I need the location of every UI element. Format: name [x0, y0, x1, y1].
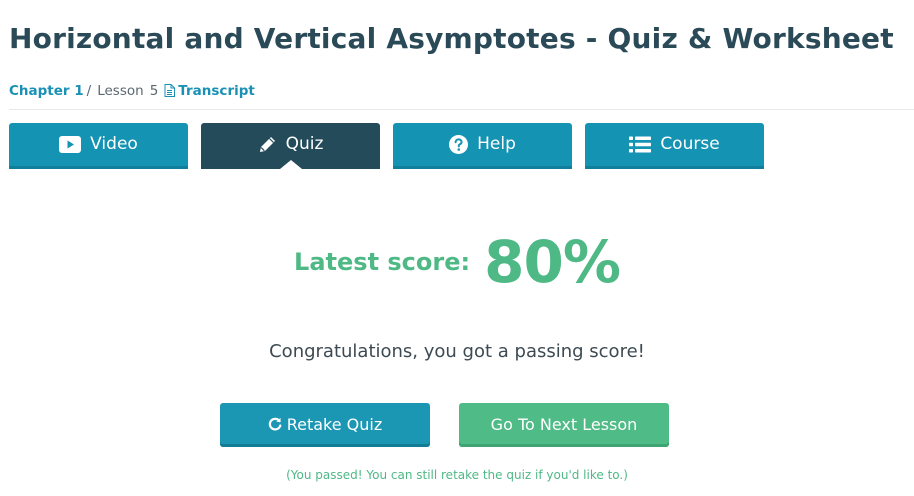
tab-video-label: Video [90, 134, 138, 154]
retake-quiz-button[interactable]: Retake Quiz [220, 403, 430, 447]
breadcrumb-lesson-label: Lesson [97, 83, 144, 99]
tab-help-label: Help [477, 134, 516, 154]
page-title: Horizontal and Vertical Asymptotes - Qui… [9, 22, 894, 55]
tab-course-label: Course [660, 134, 720, 154]
retake-note: (You passed! You can still retake the qu… [286, 468, 628, 482]
header-divider [9, 109, 914, 110]
next-lesson-label: Go To Next Lesson [490, 414, 638, 434]
breadcrumb-lesson-number: 5 [149, 83, 159, 99]
breadcrumb-chapter-link[interactable]: Chapter 1 [9, 83, 84, 99]
transcript-link[interactable]: Transcript [164, 83, 255, 99]
score-label: Latest score: [294, 248, 471, 276]
tab-quiz-label: Quiz [285, 134, 324, 154]
transcript-link-label: Transcript [178, 83, 255, 99]
tab-video[interactable]: Video [9, 123, 188, 169]
refresh-icon [268, 417, 282, 431]
breadcrumb: Chapter 1/ Lesson 5 Transcript [9, 83, 255, 101]
pencil-icon [258, 135, 277, 154]
next-lesson-button[interactable]: Go To Next Lesson [459, 403, 669, 447]
retake-quiz-label: Retake Quiz [286, 414, 383, 434]
breadcrumb-separator: / [86, 83, 92, 99]
list-icon [629, 136, 652, 153]
tab-help[interactable]: Help [393, 123, 572, 169]
document-icon [164, 84, 176, 101]
score-value: 80% [484, 228, 621, 296]
play-icon [59, 135, 82, 153]
score-display: Latest score: 80% [0, 228, 914, 296]
tab-course[interactable]: Course [585, 123, 764, 169]
pass-message: Congratulations, you got a passing score… [269, 341, 645, 362]
question-circle-icon [449, 134, 469, 154]
tab-quiz[interactable]: Quiz [201, 123, 380, 169]
